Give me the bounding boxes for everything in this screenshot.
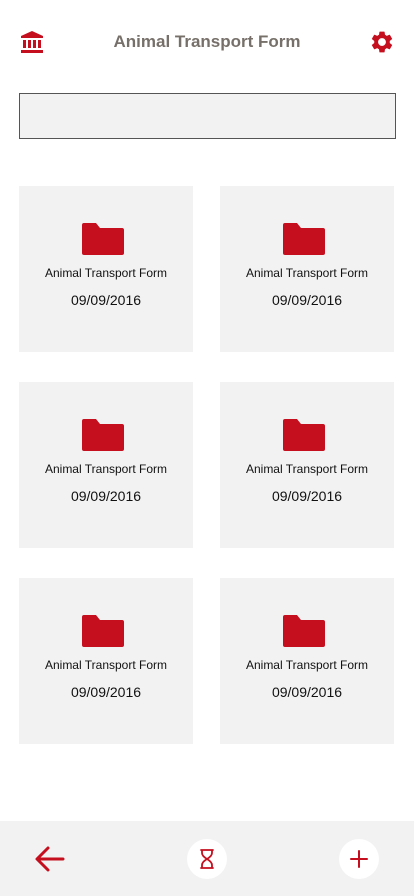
folder-icon — [283, 615, 325, 647]
card-date: 09/09/2016 — [70, 292, 142, 308]
card-title: Animal Transport Form — [44, 658, 168, 672]
form-card-6[interactable]: Animal Transport Form 09/09/2016 — [220, 578, 394, 744]
plus-icon — [350, 850, 368, 868]
header: Animal Transport Form — [0, 0, 414, 84]
form-card-2[interactable]: Animal Transport Form 09/09/2016 — [220, 186, 394, 352]
form-card-1[interactable]: Animal Transport Form 09/09/2016 — [19, 186, 193, 352]
hourglass-icon — [200, 849, 214, 869]
page-title: Animal Transport Form — [113, 32, 301, 51]
card-date: 09/09/2016 — [271, 488, 343, 504]
folder-icon — [82, 615, 124, 647]
back-button[interactable] — [34, 844, 66, 874]
form-card-4[interactable]: Animal Transport Form 09/09/2016 — [220, 382, 394, 548]
form-card-3[interactable]: Animal Transport Form 09/09/2016 — [19, 382, 193, 548]
search-input[interactable] — [19, 93, 396, 139]
card-title: Animal Transport Form — [44, 266, 168, 280]
arrow-left-icon — [35, 846, 65, 872]
folder-icon — [82, 223, 124, 255]
add-button[interactable] — [339, 839, 379, 879]
gear-icon — [371, 31, 393, 53]
card-date: 09/09/2016 — [70, 684, 142, 700]
card-title: Animal Transport Form — [245, 462, 369, 476]
card-title: Animal Transport Form — [245, 658, 369, 672]
card-date: 09/09/2016 — [271, 292, 343, 308]
form-grid: Animal Transport Form 09/09/2016 Animal … — [19, 186, 394, 744]
card-title: Animal Transport Form — [44, 462, 168, 476]
folder-icon — [283, 419, 325, 451]
folder-icon — [82, 419, 124, 451]
form-card-5[interactable]: Animal Transport Form 09/09/2016 — [19, 578, 193, 744]
app-screen: Animal Transport Form Animal Transport F… — [0, 0, 414, 896]
settings-button[interactable] — [368, 28, 396, 56]
pending-button[interactable] — [187, 839, 227, 879]
card-date: 09/09/2016 — [70, 488, 142, 504]
bottom-toolbar — [0, 821, 414, 896]
folder-icon — [283, 223, 325, 255]
card-date: 09/09/2016 — [271, 684, 343, 700]
card-title: Animal Transport Form — [245, 266, 369, 280]
